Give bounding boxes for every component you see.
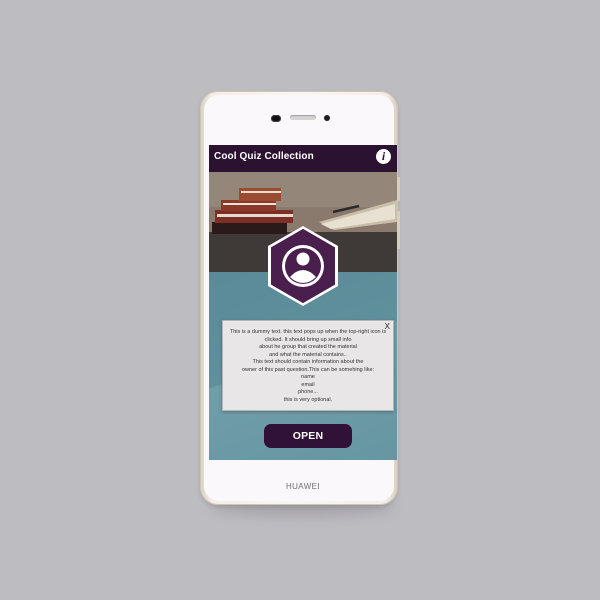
app-screen: Cool Quiz Collection i X This is a dummy…: [209, 145, 397, 460]
sensor-icon: [324, 115, 330, 121]
user-avatar-icon: [268, 226, 338, 306]
app-title: Cool Quiz Collection: [214, 151, 314, 162]
info-icon[interactable]: i: [376, 149, 391, 164]
power-button: [397, 211, 400, 249]
popup-text: This is a dummy text. this text pops up …: [229, 329, 387, 403]
scene: Cool Quiz Collection i X This is a dummy…: [0, 0, 600, 600]
device-brand: HUAWEI: [285, 482, 321, 491]
app-header: Cool Quiz Collection i: [209, 145, 397, 172]
earpiece-speaker: [290, 115, 316, 120]
phone-frame: Cool Quiz Collection i X This is a dummy…: [200, 91, 400, 505]
front-camera-icon: [271, 115, 281, 122]
open-button[interactable]: OPEN: [264, 424, 352, 448]
volume-button: [397, 177, 400, 201]
info-popup: X This is a dummy text. this text pops u…: [222, 320, 394, 411]
phone-face: Cool Quiz Collection i X This is a dummy…: [204, 95, 397, 501]
